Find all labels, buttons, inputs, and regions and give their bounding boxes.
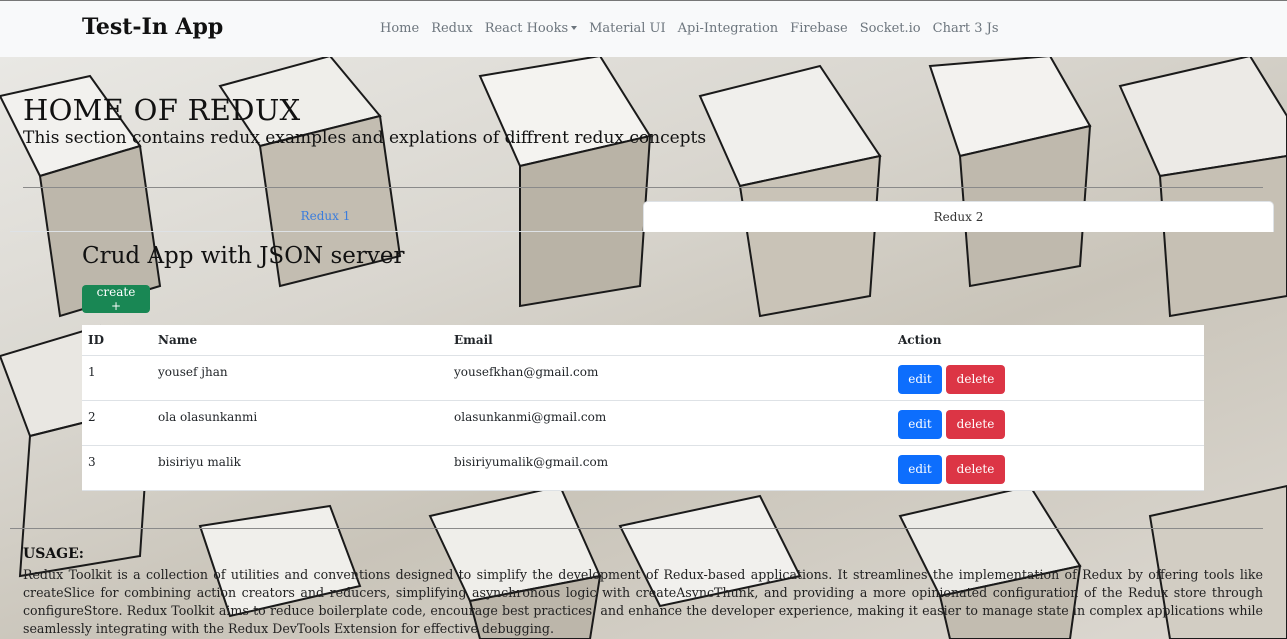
- top-navbar: Test-In App Home Redux React Hooks Mater…: [0, 0, 1287, 57]
- edit-button[interactable]: edit: [898, 454, 942, 484]
- create-button[interactable]: create +: [82, 285, 150, 313]
- edit-button[interactable]: edit: [898, 364, 942, 394]
- crud-title: Crud App with JSON server: [82, 243, 405, 269]
- tab-redux-2[interactable]: Redux 2: [643, 201, 1274, 232]
- delete-button[interactable]: delete: [946, 364, 1005, 394]
- divider: [10, 528, 1263, 529]
- cell-name: yousef jhan: [152, 355, 448, 401]
- cell-email: olasunkanmi@gmail.com: [448, 400, 892, 446]
- cell-id: 3: [82, 445, 152, 491]
- cell-actions: edit delete: [892, 400, 1204, 446]
- usage-title: USAGE:: [23, 546, 84, 562]
- column-header-action: Action: [892, 325, 1204, 356]
- tab-redux-1[interactable]: Redux 1: [10, 201, 641, 232]
- table-row: 1 yousef jhan yousefkhan@gmail.com edit d…: [82, 355, 1204, 401]
- nav-dropdown-react-hooks[interactable]: React Hooks: [484, 21, 578, 36]
- divider: [23, 187, 1263, 188]
- nav-link-chart-js[interactable]: Chart 3 Js: [933, 21, 999, 36]
- column-header-name: Name: [152, 325, 448, 356]
- usage-description: Redux Toolkit is a collection of utiliti…: [23, 567, 1263, 636]
- table-header-row: ID Name Email Action: [82, 325, 1204, 356]
- table-row: 2 ola olasunkanmi olasunkanmi@gmail.com …: [82, 400, 1204, 446]
- cell-email: yousefkhan@gmail.com: [448, 355, 892, 401]
- nav-link-material-ui[interactable]: Material UI: [589, 21, 665, 36]
- brand-logo[interactable]: Test-In App: [82, 14, 223, 40]
- nav-links: Home Redux React Hooks Material UI Api-I…: [380, 21, 999, 36]
- caret-down-icon: [571, 26, 578, 30]
- page-title: HOME OF REDUX: [23, 93, 301, 127]
- cell-name: bisiriyu malik: [152, 445, 448, 491]
- cell-id: 1: [82, 355, 152, 401]
- column-header-id: ID: [82, 325, 152, 356]
- nav-link-socket-io[interactable]: Socket.io: [860, 21, 921, 36]
- delete-button[interactable]: delete: [946, 454, 1005, 484]
- column-header-email: Email: [448, 325, 892, 356]
- cell-email: bisiriyumalik@gmail.com: [448, 445, 892, 491]
- users-table: ID Name Email Action 1 yousef jhan youse…: [82, 325, 1204, 491]
- nav-link-redux[interactable]: Redux: [431, 21, 473, 36]
- tab-bar: Redux 1 Redux 2: [10, 201, 1274, 232]
- edit-button[interactable]: edit: [898, 409, 942, 439]
- nav-link-api-integration[interactable]: Api-Integration: [678, 21, 779, 36]
- page-subtitle: This section contains redux examples and…: [23, 128, 707, 148]
- nav-link-home[interactable]: Home: [380, 21, 419, 36]
- nav-link-react-hooks-label: React Hooks: [484, 21, 569, 36]
- table-row: 3 bisiriyu malik bisiriyumalik@gmail.com…: [82, 445, 1204, 491]
- nav-link-firebase[interactable]: Firebase: [790, 21, 848, 36]
- cell-actions: edit delete: [892, 445, 1204, 491]
- cell-id: 2: [82, 400, 152, 446]
- cell-name: ola olasunkanmi: [152, 400, 448, 446]
- delete-button[interactable]: delete: [946, 409, 1005, 439]
- cell-actions: edit delete: [892, 355, 1204, 401]
